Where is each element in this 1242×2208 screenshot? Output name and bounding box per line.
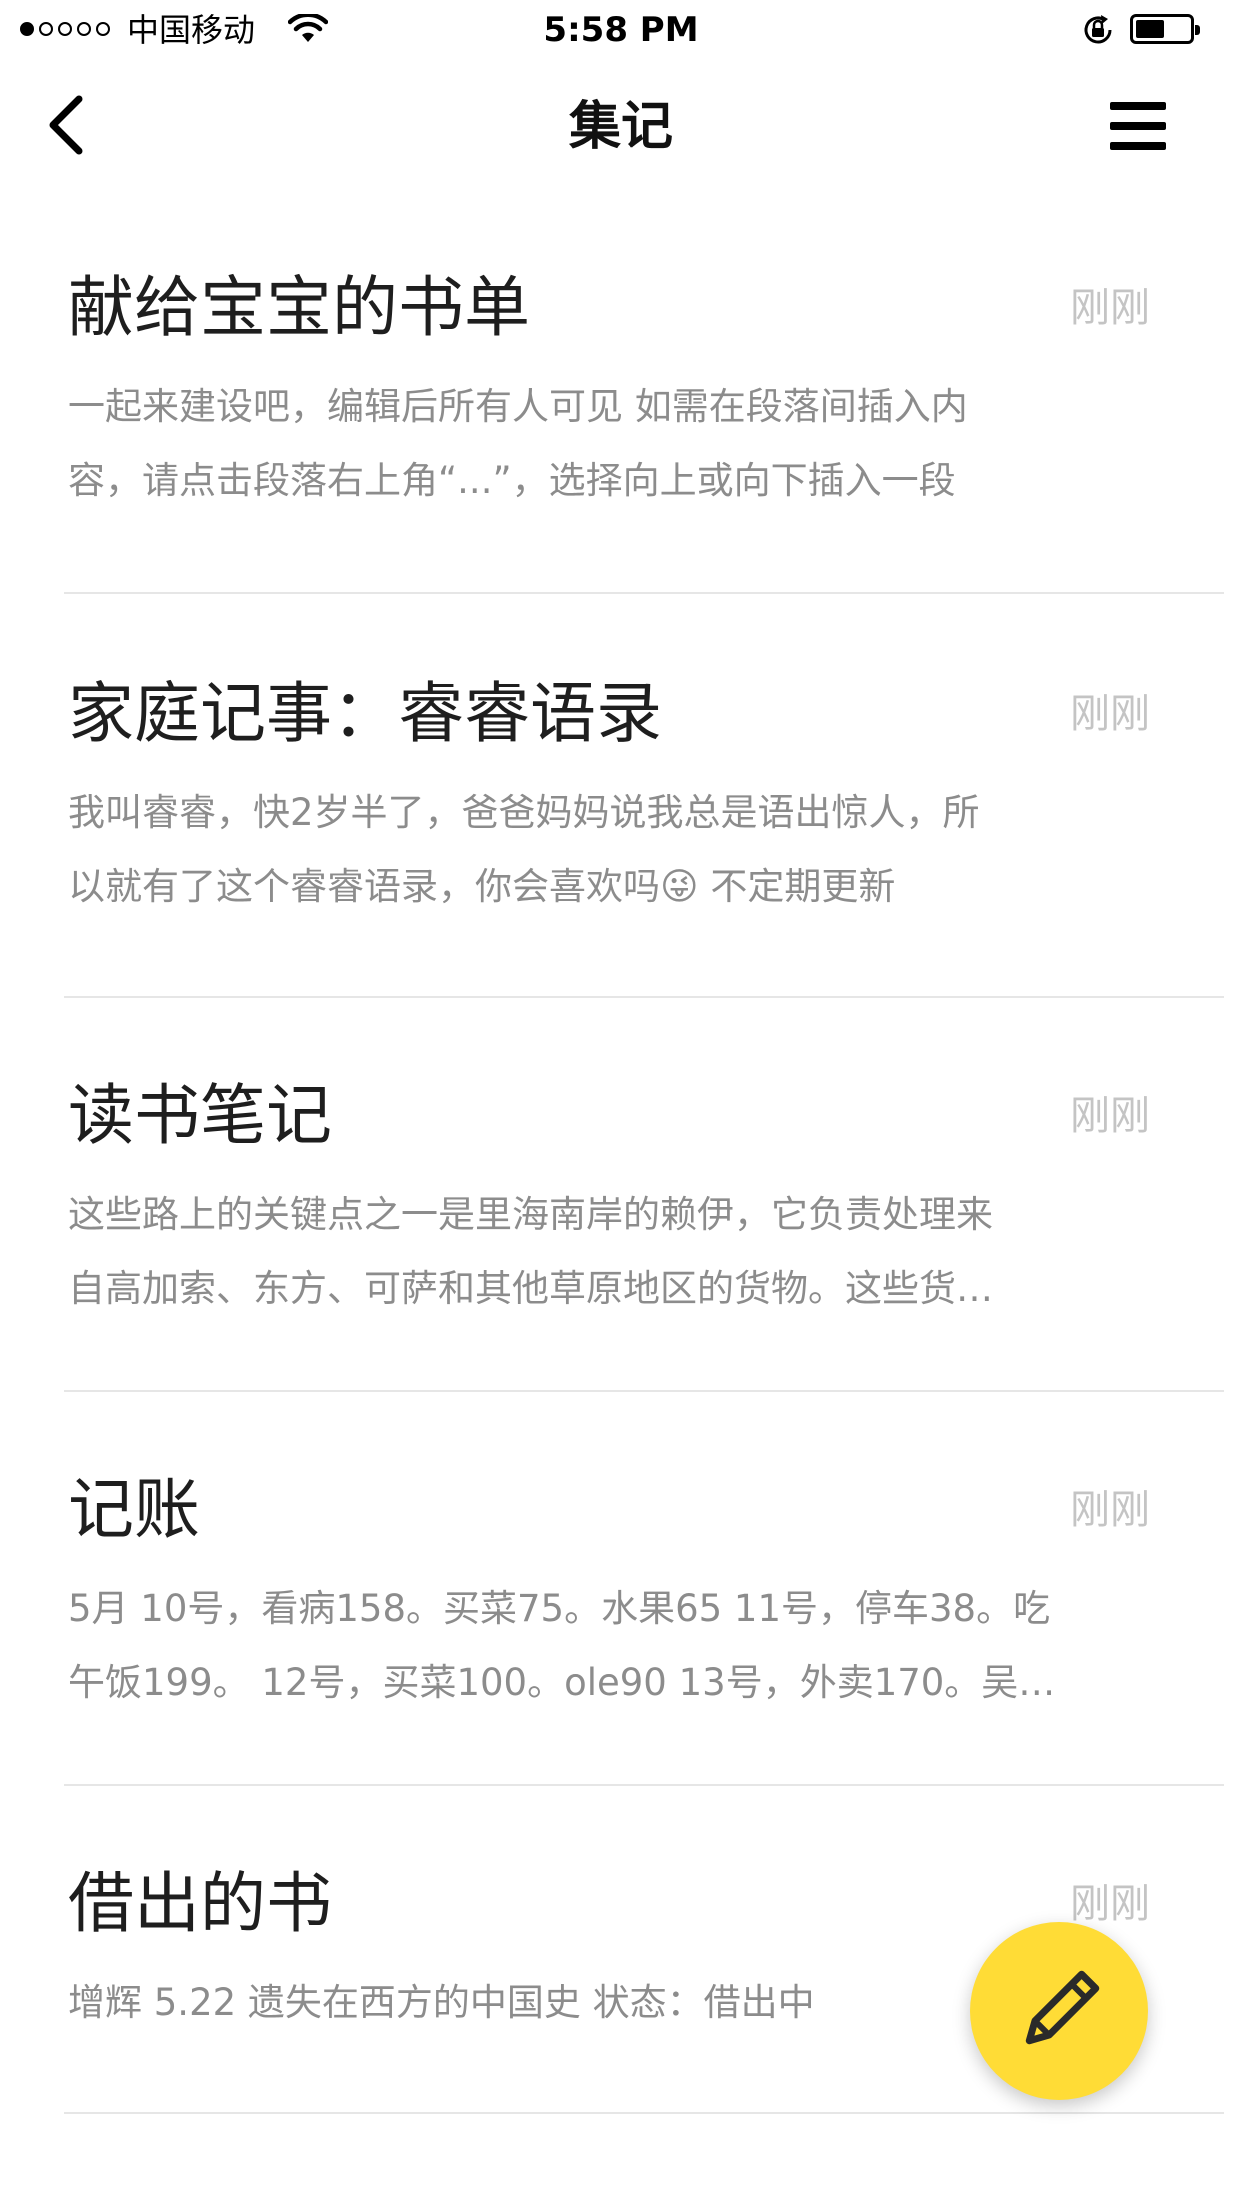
note-excerpt-line: 这些路上的关键点之一是里海南岸的赖伊，它负责处理来: [68, 1193, 993, 1236]
note-excerpt-line: 增辉 5.22 遗失在西方的中国史 状态：借出中: [68, 1981, 815, 2024]
page-title: 集记: [568, 97, 673, 157]
navigation-bar: 集记: [0, 60, 1242, 190]
status-time: 5:58 PM: [543, 10, 699, 50]
compose-button[interactable]: [970, 1922, 1148, 2100]
note-title: 家庭记事：睿睿语录: [68, 675, 662, 752]
note-title: 记账: [68, 1471, 200, 1548]
note-timestamp: 刚刚: [1070, 1487, 1150, 1533]
note-timestamp: 刚刚: [1070, 285, 1150, 331]
note-item[interactable]: 读书笔记 刚刚 这些路上的关键点之一是里海南岸的赖伊，它负责处理来 自高加索、东…: [0, 1074, 1242, 1394]
note-excerpt: 5月 10号，看病158。买菜75。水果65 11号，停车38。吃 午饭199。…: [68, 1572, 1128, 1720]
note-excerpt: 增辉 5.22 遗失在西方的中国史 状态：借出中: [68, 1966, 1128, 2040]
divider: [64, 996, 1224, 998]
note-title: 献给宝宝的书单: [68, 269, 530, 346]
note-excerpt-line: 一起来建设吧，编辑后所有人可见 如需在段落间插入内: [68, 385, 968, 428]
menu-button[interactable]: [1100, 96, 1176, 156]
status-bar: 中国移动 5:58 PM: [0, 0, 1242, 60]
note-excerpt: 我叫睿睿，快2岁半了，爸爸妈妈说我总是语出惊人，所 以就有了这个睿睿语录，你会喜…: [68, 776, 1128, 924]
note-excerpt-line: 以就有了这个睿睿语录，你会喜欢吗😜 不定期更新: [68, 865, 896, 908]
note-excerpt-line: 自高加索、东方、可萨和其他草原地区的货物。这些货…: [68, 1267, 993, 1310]
orientation-lock-icon: [1080, 12, 1116, 52]
note-item[interactable]: 献给宝宝的书单 刚刚 一起来建设吧，编辑后所有人可见 如需在段落间插入内 容，请…: [0, 266, 1242, 586]
note-excerpt: 一起来建设吧，编辑后所有人可见 如需在段落间插入内 容，请点击段落右上角“...…: [68, 370, 1128, 518]
note-title: 借出的书: [68, 1865, 332, 1942]
note-excerpt-line: 午饭199。 12号，买菜100。ole90 13号，外卖170。吴…: [68, 1661, 1056, 1704]
pencil-icon: [1025, 1970, 1100, 2045]
divider: [64, 1390, 1224, 1392]
divider: [64, 2112, 1224, 2114]
note-timestamp: 刚刚: [1070, 1093, 1150, 1139]
note-title: 读书笔记: [68, 1077, 332, 1154]
notes-screen: 中国移动 5:58 PM 集记 献给宝宝的书单 刚刚 一起来建设吧，编辑后所有人…: [0, 0, 1242, 2208]
divider: [64, 1784, 1224, 1786]
note-excerpt-line: 我叫睿睿，快2岁半了，爸爸妈妈说我总是语出惊人，所: [68, 791, 980, 834]
hamburger-menu-icon: [1110, 102, 1166, 110]
note-excerpt-line: 5月 10号，看病158。买菜75。水果65 11号，停车38。吃: [68, 1587, 1051, 1630]
note-item[interactable]: 家庭记事：睿睿语录 刚刚 我叫睿睿，快2岁半了，爸爸妈妈说我总是语出惊人，所 以…: [0, 672, 1242, 992]
divider: [64, 592, 1224, 594]
note-timestamp: 刚刚: [1070, 691, 1150, 737]
battery-icon: [1130, 14, 1200, 44]
note-item[interactable]: 记账 刚刚 5月 10号，看病158。买菜75。水果65 11号，停车38。吃 …: [0, 1468, 1242, 1788]
note-excerpt-line: 容，请点击段落右上角“...”，选择向上或向下插入一段: [68, 459, 956, 502]
note-excerpt: 这些路上的关键点之一是里海南岸的赖伊，它负责处理来 自高加索、东方、可萨和其他草…: [68, 1178, 1128, 1326]
